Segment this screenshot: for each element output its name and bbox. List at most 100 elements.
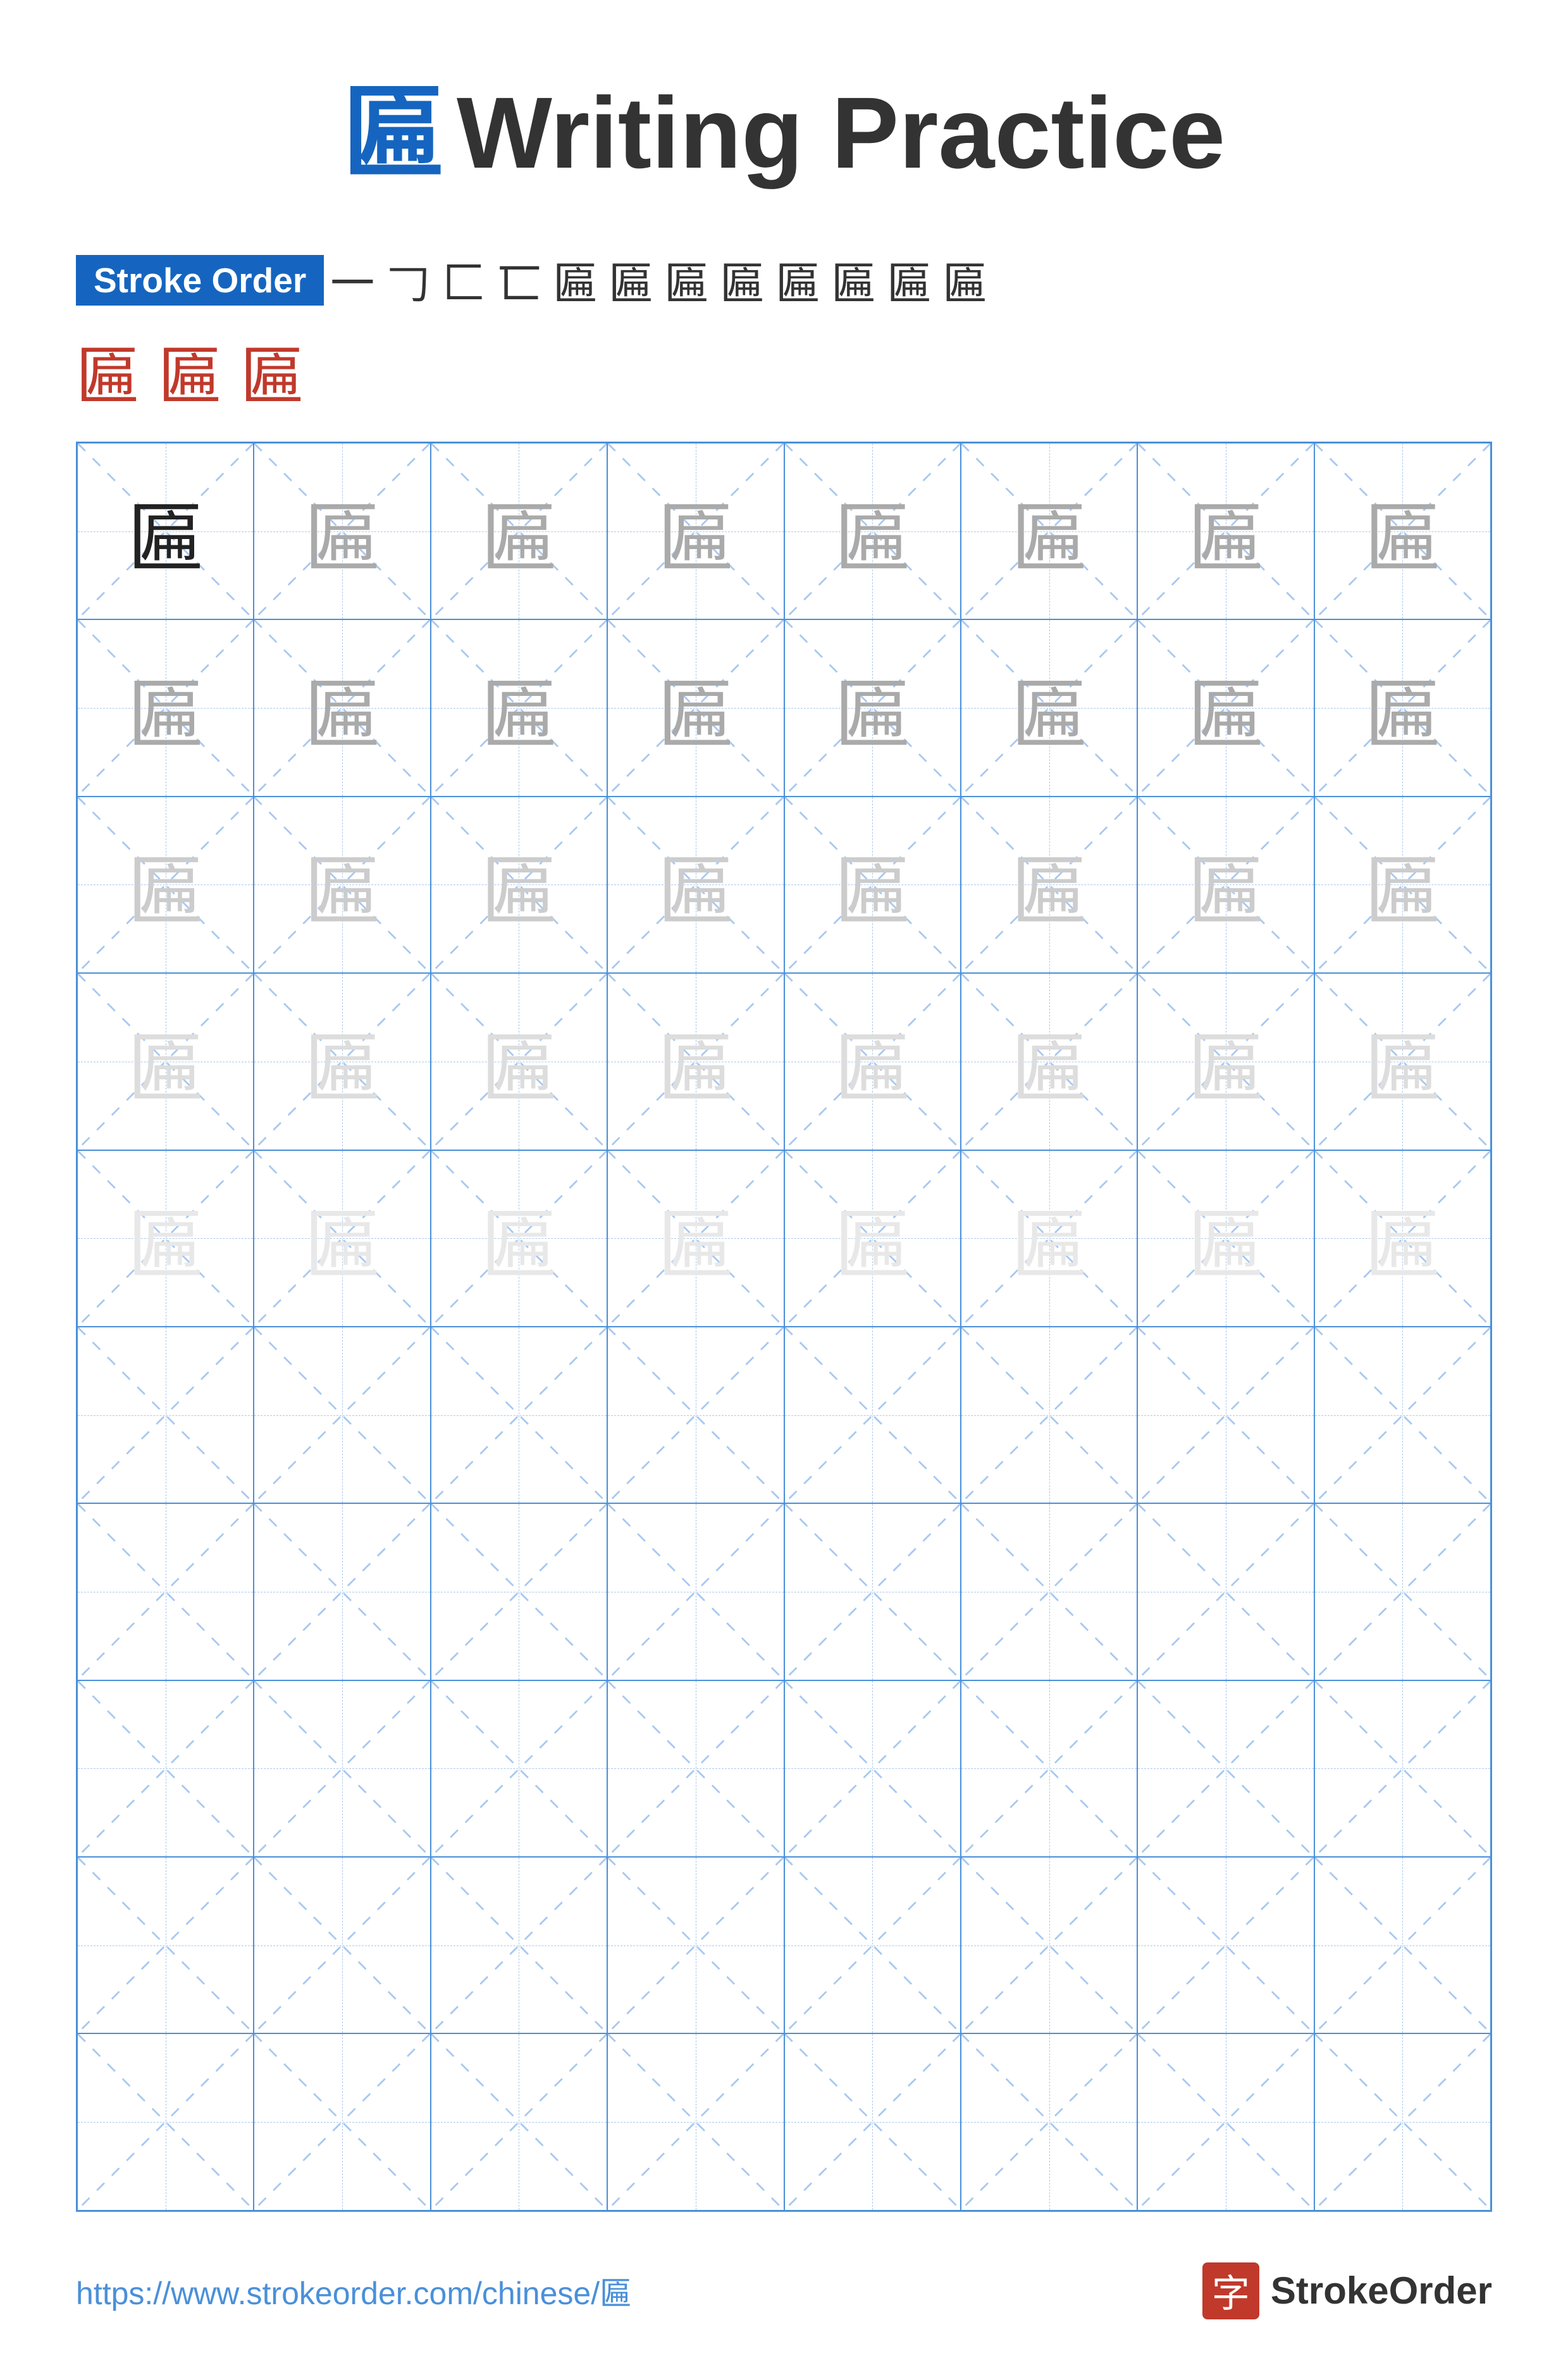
cell-guide-svg: [961, 2034, 1137, 2209]
cell-guide-svg: [431, 2034, 607, 2209]
grid-cell[interactable]: [784, 1680, 961, 1857]
grid-cell[interactable]: [1314, 1680, 1491, 1857]
practice-char: 匾: [608, 1151, 783, 1326]
cell-guide-svg: [785, 1327, 960, 1503]
grid-cell[interactable]: 匾: [1314, 1150, 1491, 1327]
grid-cell[interactable]: [1137, 2033, 1314, 2210]
grid-cell[interactable]: 匾: [1137, 619, 1314, 796]
grid-cell[interactable]: [77, 1503, 254, 1680]
grid-cell[interactable]: 匾: [77, 797, 254, 973]
grid-cell[interactable]: [254, 1680, 430, 1857]
grid-cell[interactable]: [431, 1857, 607, 2033]
grid-cell[interactable]: [1137, 1680, 1314, 1857]
grid-cell[interactable]: 匾: [77, 973, 254, 1150]
grid-cell[interactable]: 匾: [784, 1150, 961, 1327]
grid-cell[interactable]: [1137, 1857, 1314, 2033]
grid-cell[interactable]: [77, 2033, 254, 2210]
grid-cell[interactable]: 匾: [607, 443, 784, 619]
grid-cell[interactable]: 匾: [254, 443, 430, 619]
practice-char: 匾: [431, 974, 607, 1149]
cell-guide-svg: [608, 1504, 783, 1679]
grid-cell[interactable]: [77, 1680, 254, 1857]
grid-cell[interactable]: 匾: [254, 619, 430, 796]
grid-cell[interactable]: 匾: [1137, 797, 1314, 973]
grid-cell[interactable]: 匾: [1137, 443, 1314, 619]
grid-cell[interactable]: 匾: [77, 1150, 254, 1327]
grid-cell[interactable]: 匾: [607, 797, 784, 973]
grid-cell[interactable]: [784, 1327, 961, 1503]
grid-cell[interactable]: [607, 2033, 784, 2210]
grid-cell[interactable]: [961, 1680, 1137, 1857]
grid-cell[interactable]: [1314, 1503, 1491, 1680]
grid-cell[interactable]: [1137, 1503, 1314, 1680]
grid-cell[interactable]: [431, 2033, 607, 2210]
grid-cell[interactable]: 匾: [77, 443, 254, 619]
grid-cell[interactable]: 匾: [961, 797, 1137, 973]
grid-cell[interactable]: [607, 1680, 784, 1857]
grid-cell[interactable]: [607, 1857, 784, 2033]
grid-cell[interactable]: 匾: [784, 443, 961, 619]
grid-cell[interactable]: [254, 1503, 430, 1680]
footer-url[interactable]: https://www.strokeorder.com/chinese/匾: [76, 2268, 631, 2314]
grid-cell[interactable]: 匾: [961, 973, 1137, 1150]
grid-cell[interactable]: 匾: [431, 619, 607, 796]
stroke-4: 匸: [497, 248, 541, 312]
grid-cell[interactable]: [784, 2033, 961, 2210]
grid-cell[interactable]: 匾: [961, 1150, 1137, 1327]
cell-guide-svg: [1138, 1327, 1313, 1503]
grid-cell[interactable]: 匾: [254, 797, 430, 973]
stroke-1: 一: [330, 248, 374, 312]
grid-cell[interactable]: [77, 1857, 254, 2033]
grid-cell[interactable]: [431, 1680, 607, 1857]
grid-cell[interactable]: [254, 2033, 430, 2210]
grid-cell[interactable]: [431, 1503, 607, 1680]
grid-cell[interactable]: 匾: [961, 619, 1137, 796]
grid-cell[interactable]: [607, 1327, 784, 1503]
grid-cell[interactable]: [784, 1857, 961, 2033]
grid-cell[interactable]: 匾: [254, 973, 430, 1150]
grid-cell[interactable]: [961, 1503, 1137, 1680]
grid-cell[interactable]: [784, 1503, 961, 1680]
grid-cell[interactable]: 匾: [961, 443, 1137, 619]
grid-cell[interactable]: 匾: [784, 797, 961, 973]
grid-cell[interactable]: 匾: [431, 973, 607, 1150]
grid-cell[interactable]: [1137, 1327, 1314, 1503]
grid-cell[interactable]: [254, 1857, 430, 2033]
grid-cell[interactable]: 匾: [77, 619, 254, 796]
grid-cell[interactable]: [254, 1327, 430, 1503]
practice-char: 匾: [785, 974, 960, 1149]
cell-guide-svg: [785, 1681, 960, 1856]
cell-guide-svg: [961, 1681, 1137, 1856]
cell-guide-svg: [254, 1858, 429, 2033]
grid-cell[interactable]: 匾: [607, 973, 784, 1150]
grid-cell[interactable]: [1314, 1857, 1491, 2033]
grid-cell[interactable]: 匾: [1314, 797, 1491, 973]
grid-cell[interactable]: 匾: [607, 1150, 784, 1327]
grid-cell[interactable]: 匾: [1137, 1150, 1314, 1327]
grid-cell[interactable]: 匾: [254, 1150, 430, 1327]
stroke-6: 匾: [608, 248, 653, 312]
grid-cell[interactable]: 匾: [1314, 443, 1491, 619]
grid-cell[interactable]: 匾: [784, 973, 961, 1150]
footer: https://www.strokeorder.com/chinese/匾 字 …: [76, 2250, 1492, 2319]
practice-char: 匾: [1315, 1151, 1490, 1326]
grid-cell[interactable]: 匾: [431, 797, 607, 973]
stroke-8: 匾: [720, 248, 764, 312]
grid-cell[interactable]: [77, 1327, 254, 1503]
grid-cell[interactable]: 匾: [1314, 619, 1491, 796]
grid-cell[interactable]: [961, 1327, 1137, 1503]
grid-cell[interactable]: [431, 1327, 607, 1503]
grid-cell[interactable]: 匾: [784, 619, 961, 796]
grid-cell[interactable]: 匾: [1314, 973, 1491, 1150]
practice-char: 匾: [961, 797, 1137, 972]
grid-cell[interactable]: [961, 2033, 1137, 2210]
grid-cell[interactable]: 匾: [431, 443, 607, 619]
grid-cell[interactable]: [1314, 2033, 1491, 2210]
cell-guide-svg: [431, 1327, 607, 1503]
grid-cell[interactable]: [607, 1503, 784, 1680]
grid-cell[interactable]: 匾: [431, 1150, 607, 1327]
grid-cell[interactable]: 匾: [1137, 973, 1314, 1150]
grid-cell[interactable]: [1314, 1327, 1491, 1503]
grid-cell[interactable]: 匾: [607, 619, 784, 796]
grid-cell[interactable]: [961, 1857, 1137, 2033]
